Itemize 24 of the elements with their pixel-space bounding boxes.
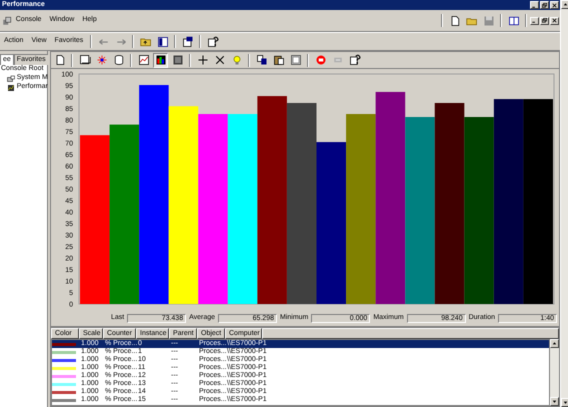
scroll-down-button[interactable] <box>550 397 559 406</box>
graph-icon[interactable] <box>136 52 151 68</box>
close-button[interactable] <box>550 16 559 24</box>
restore-button[interactable] <box>540 1 549 9</box>
up-arrow-icon <box>551 340 558 347</box>
up-arrow-icon <box>562 1 568 8</box>
tree-toggle-icon[interactable] <box>155 34 170 49</box>
histogram-icon[interactable] <box>153 52 168 68</box>
scroll-up-button[interactable] <box>561 0 568 9</box>
chart-icon <box>7 84 15 92</box>
restore-icon <box>541 17 548 24</box>
minimize-button[interactable] <box>530 1 539 9</box>
scroll-down-button[interactable] <box>561 398 568 407</box>
help-icon[interactable] <box>205 34 220 49</box>
app-icon[interactable] <box>2 16 12 26</box>
restore-button[interactable] <box>540 16 549 24</box>
close-button[interactable] <box>550 1 559 9</box>
minimize-button[interactable] <box>530 16 539 24</box>
close-icon <box>551 2 558 8</box>
restore-icon <box>541 2 548 8</box>
close-icon <box>551 17 558 24</box>
scroll-up-button[interactable] <box>550 339 559 348</box>
help-icon[interactable] <box>347 52 362 68</box>
copy-icon[interactable] <box>254 52 269 68</box>
